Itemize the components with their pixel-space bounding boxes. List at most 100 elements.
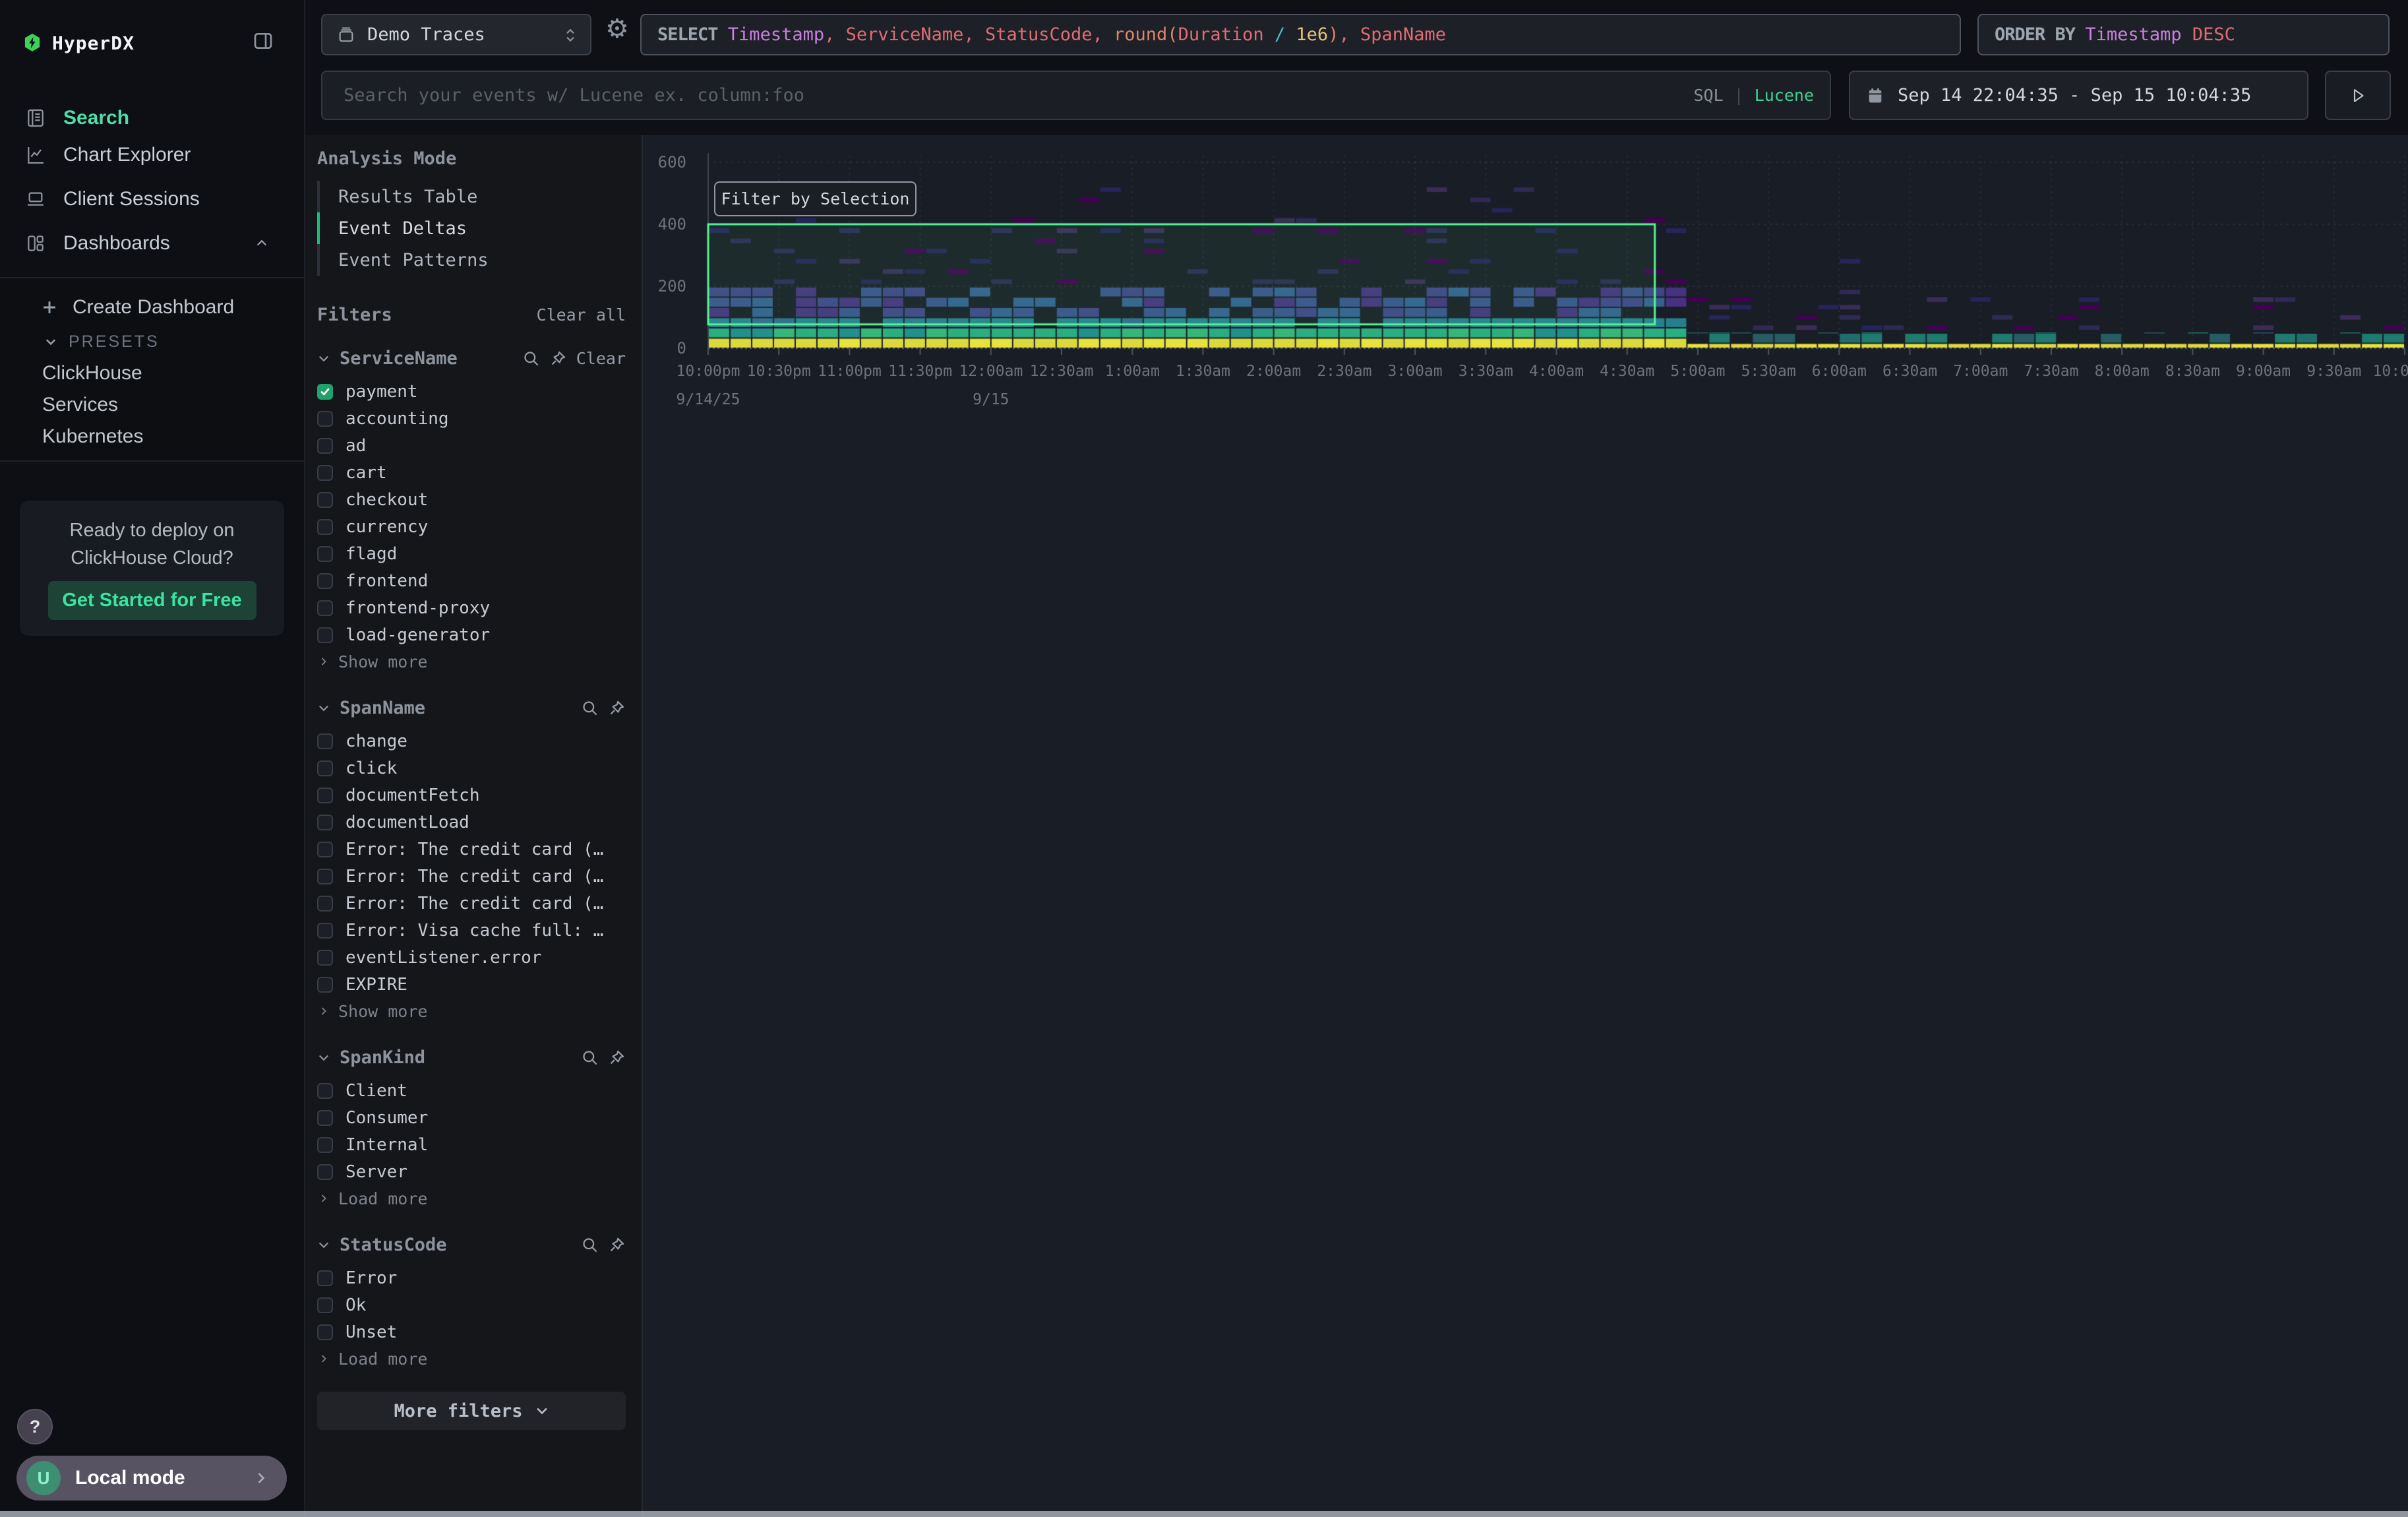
search-input[interactable] <box>328 85 1693 106</box>
filter-option-error-the-credit-card[interactable]: Error: The credit card (… <box>317 863 626 890</box>
filter-option-expire[interactable]: EXPIRE <box>317 971 626 998</box>
filter-by-selection-tooltip[interactable]: Filter by Selection <box>714 181 917 216</box>
filter-group-title[interactable]: StatusCode <box>340 1235 447 1255</box>
search-icon[interactable] <box>581 699 599 717</box>
load-more-button[interactable]: Load more <box>317 1185 626 1212</box>
filter-option-flagd[interactable]: flagd <box>317 540 626 567</box>
checkbox[interactable] <box>317 1110 333 1126</box>
more-filters-button[interactable]: More filters <box>317 1392 626 1430</box>
chevron-down-icon[interactable] <box>317 701 330 714</box>
presets-toggle[interactable]: PRESETS <box>0 326 304 357</box>
sidebar-item-client-sessions[interactable]: Client Sessions <box>0 177 304 221</box>
checkbox[interactable] <box>317 842 333 857</box>
show-more-button[interactable]: Show more <box>317 648 626 675</box>
checkbox[interactable] <box>317 923 333 939</box>
filter-option-server[interactable]: Server <box>317 1158 626 1185</box>
preset-dashboard-services[interactable]: Services <box>0 389 304 421</box>
show-more-button[interactable]: Show more <box>317 998 626 1024</box>
filter-option-frontend[interactable]: frontend <box>317 567 626 594</box>
checkbox[interactable] <box>317 1270 333 1286</box>
filter-option-error-the-credit-card[interactable]: Error: The credit card (… <box>317 836 626 863</box>
checkbox[interactable] <box>317 733 333 749</box>
filter-option-ok[interactable]: Ok <box>317 1291 626 1318</box>
checkbox[interactable] <box>317 1137 333 1153</box>
analysis-mode-event-patterns[interactable]: Event Patterns <box>317 244 626 276</box>
checkbox[interactable] <box>317 546 333 562</box>
sidebar-collapse-icon[interactable] <box>253 30 274 50</box>
lucene-toggle[interactable]: Lucene <box>1755 86 1814 105</box>
filter-option-frontend-proxy[interactable]: frontend-proxy <box>317 594 626 621</box>
preset-dashboard-kubernetes[interactable]: Kubernetes <box>0 421 304 452</box>
preset-dashboard-clickhouse[interactable]: ClickHouse <box>0 357 304 389</box>
checkbox[interactable] <box>317 869 333 884</box>
sidebar-item-dashboards[interactable]: Dashboards <box>0 221 304 265</box>
help-button[interactable]: ? <box>17 1409 53 1444</box>
sidebar-item-search[interactable]: Search <box>0 104 304 133</box>
filter-group-title[interactable]: ServiceName <box>340 348 458 369</box>
filter-option-unset[interactable]: Unset <box>317 1318 626 1346</box>
filter-option-payment[interactable]: payment <box>317 378 626 405</box>
chevron-down-icon[interactable] <box>317 352 330 365</box>
analysis-mode-event-deltas[interactable]: Event Deltas <box>317 212 626 244</box>
create-dashboard-button[interactable]: Create Dashboard <box>0 292 304 323</box>
search-icon[interactable] <box>581 1049 599 1067</box>
filter-option-internal[interactable]: Internal <box>317 1131 626 1158</box>
analysis-mode-results-table[interactable]: Results Table <box>317 181 626 212</box>
sidebar-item-chart-explorer[interactable]: Chart Explorer <box>0 133 304 177</box>
checkbox[interactable] <box>317 977 333 993</box>
user-menu[interactable]: U Local mode <box>16 1456 287 1501</box>
checkbox[interactable] <box>317 1324 333 1340</box>
checkbox[interactable] <box>317 815 333 830</box>
chevron-down-icon[interactable] <box>317 1051 330 1064</box>
filter-option-accounting[interactable]: accounting <box>317 405 626 432</box>
checkbox[interactable] <box>317 573 333 589</box>
clear-filter-button[interactable]: Clear <box>576 349 626 368</box>
horizontal-scrollbar[interactable] <box>0 1511 2408 1517</box>
order-by-input[interactable]: ORDER BY Timestamp DESC <box>1977 14 2390 55</box>
settings-gear-icon[interactable]: ⚙ <box>605 16 629 42</box>
filter-option-error[interactable]: Error <box>317 1264 626 1291</box>
filter-option-currency[interactable]: currency <box>317 513 626 540</box>
filter-option-documentfetch[interactable]: documentFetch <box>317 782 626 809</box>
filter-option-checkout[interactable]: checkout <box>317 486 626 513</box>
checkbox[interactable] <box>317 465 333 481</box>
chevron-down-icon[interactable] <box>317 1238 330 1251</box>
filter-option-load-generator[interactable]: load-generator <box>317 621 626 648</box>
search-icon[interactable] <box>522 350 540 367</box>
filter-option-client[interactable]: Client <box>317 1077 626 1104</box>
chevron-up-icon[interactable] <box>255 237 268 250</box>
checkbox[interactable] <box>317 950 333 966</box>
checkbox[interactable] <box>317 788 333 803</box>
get-started-button[interactable]: Get Started for Free <box>48 581 256 620</box>
source-select[interactable]: Demo Traces <box>321 14 591 55</box>
pin-icon[interactable] <box>549 350 567 367</box>
load-more-button[interactable]: Load more <box>317 1346 626 1372</box>
run-query-button[interactable] <box>2325 71 2391 120</box>
filter-group-title[interactable]: SpanKind <box>340 1047 425 1068</box>
pin-icon[interactable] <box>608 1049 626 1067</box>
checkbox[interactable] <box>317 1297 333 1313</box>
filter-option-consumer[interactable]: Consumer <box>317 1104 626 1131</box>
checkbox[interactable] <box>317 600 333 616</box>
time-range-picker[interactable]: Sep 14 22:04:35 - Sep 15 10:04:35 <box>1849 71 2308 120</box>
sql-toggle[interactable]: SQL <box>1693 86 1723 105</box>
checkbox[interactable] <box>317 627 333 643</box>
checkbox[interactable] <box>317 384 333 400</box>
pin-icon[interactable] <box>608 1236 626 1254</box>
filter-option-ad[interactable]: ad <box>317 432 626 459</box>
pin-icon[interactable] <box>608 699 626 717</box>
checkbox[interactable] <box>317 1083 333 1099</box>
checkbox[interactable] <box>317 896 333 912</box>
filter-option-cart[interactable]: cart <box>317 459 626 486</box>
search-icon[interactable] <box>581 1236 599 1254</box>
filter-option-eventlistener-error[interactable]: eventListener.error <box>317 944 626 971</box>
checkbox[interactable] <box>317 760 333 776</box>
checkbox[interactable] <box>317 492 333 508</box>
checkbox[interactable] <box>317 411 333 427</box>
filter-group-title[interactable]: SpanName <box>340 698 425 718</box>
filter-option-click[interactable]: click <box>317 755 626 782</box>
checkbox[interactable] <box>317 1164 333 1180</box>
checkbox[interactable] <box>317 519 333 535</box>
filter-option-documentload[interactable]: documentLoad <box>317 809 626 836</box>
select-clause-input[interactable]: SELECT Timestamp, ServiceName, StatusCod… <box>640 14 1961 55</box>
